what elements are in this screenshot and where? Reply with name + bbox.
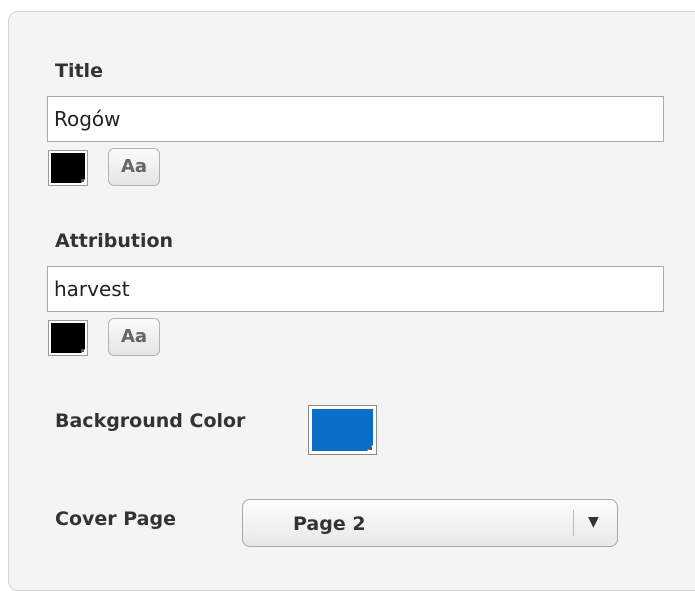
title-color-fill <box>51 153 86 184</box>
title-input[interactable] <box>47 96 664 142</box>
attribution-color-fill <box>51 323 86 354</box>
title-font-button[interactable]: Aa <box>108 148 160 186</box>
attribution-input[interactable] <box>47 266 664 312</box>
background-color-fill <box>312 409 374 452</box>
select-divider <box>573 510 574 536</box>
color-picker-dropdown-icon <box>369 447 372 450</box>
chevron-down-icon: ▼ <box>588 514 599 530</box>
attribution-color-picker[interactable] <box>48 320 88 356</box>
attribution-font-button[interactable]: Aa <box>108 318 160 356</box>
color-picker-dropdown-icon <box>81 349 84 352</box>
cover-page-selected-value: Page 2 <box>293 513 366 535</box>
color-picker-dropdown-icon <box>81 179 84 182</box>
background-color-label: Background Color <box>55 410 246 432</box>
background-color-picker[interactable] <box>308 405 377 455</box>
cover-page-label: Cover Page <box>55 508 176 530</box>
attribution-label: Attribution <box>55 230 174 252</box>
title-color-picker[interactable] <box>48 150 88 186</box>
cover-page-select[interactable]: Page 2 ▼ <box>242 499 618 547</box>
title-label: Title <box>55 60 103 82</box>
